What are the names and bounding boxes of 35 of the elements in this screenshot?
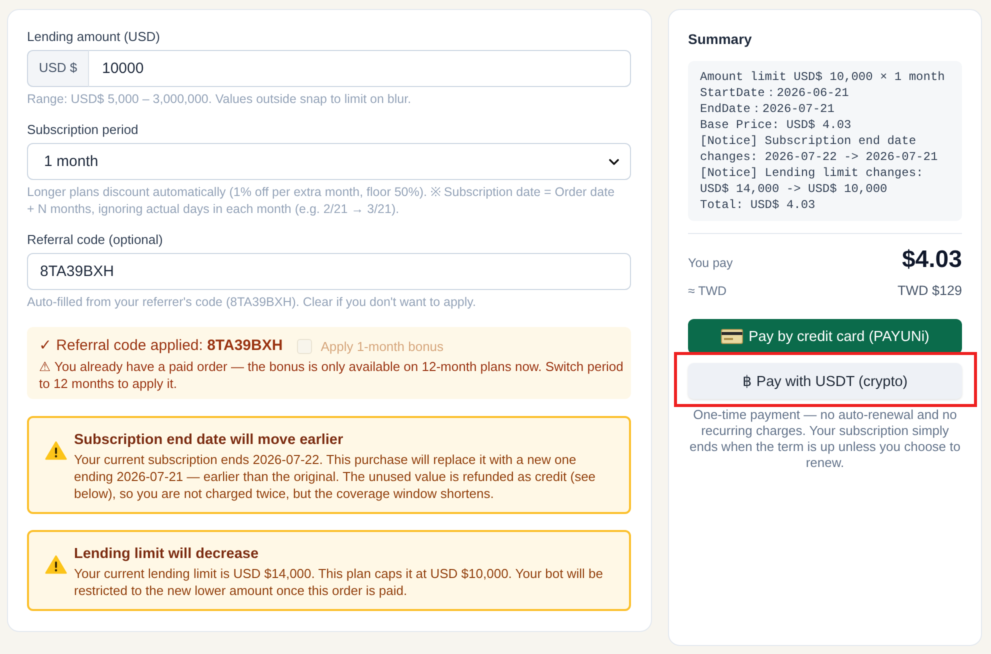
warning-icon <box>45 555 67 574</box>
field-label: Subscription period <box>27 122 140 138</box>
warning-text: Your current lending limit is USD $14,000. This plan caps it at USD $10,000. Your bot will be restricted to the new lower amount once this order is paid. <box>74 565 604 599</box>
you-pay-label: You pay <box>688 256 733 270</box>
summary-line: StartDate：2026-06-21 <box>700 85 850 101</box>
amount-input[interactable]: 10000 <box>89 50 631 87</box>
field-hint: Longer plans discount automatically (1% off per extra month, floor 50%). ※ Subscription date = Order date + N months, ignoring actual days in each month (e.g. 2/21 → 3/21). <box>27 184 616 218</box>
currency-prefix: USD $ <box>27 50 89 87</box>
pay-button[interactable]: Pay by credit card (PAYUNi) <box>688 319 962 354</box>
twd-amount: TWD $129 <box>897 283 962 298</box>
credit-card-icon <box>720 329 743 344</box>
referral-message: ⚠ You already have a paid order — the bonus is only available on 12-month plans now. Switch period to 12 months to apply it. <box>39 358 624 392</box>
field-hint: Auto-filled from your referrer's code (8TA39BXH). Clear if you don't want to apply. <box>27 294 477 311</box>
summary-title: Summary <box>688 30 753 48</box>
field-label: Referral code (optional) <box>27 232 164 248</box>
warning-text: Your current subscription ends 2026-07-22. This purchase will replace it with a new one ending 2026-07-21 — earlier than the original. The unused value is refunded as credit (see below), so you are not charged twice, but the coverage window shortens. <box>74 451 597 502</box>
warning-title: Subscription end date will move earlier <box>74 431 344 449</box>
referral-status: ✓ Referral code applied: 8TA39BXH <box>39 336 283 356</box>
summary-line: Base Price: USD$ 4.03 <box>700 117 852 133</box>
you-pay-amount: $4.03 <box>902 246 962 274</box>
pay-button[interactable]: ฿ Pay with USDT (crypto) <box>688 363 962 399</box>
twd-label: ≈ TWD <box>688 284 727 298</box>
field-label: Lending amount (USD) <box>27 29 161 45</box>
warning-title: Lending limit will decrease <box>74 545 260 563</box>
summary-line: Total: USD$ 4.03 <box>700 197 816 213</box>
chevron-icon <box>609 158 619 164</box>
summary-line: [Notice] Subscription end date changes: 2026-07-22 -> 2026-07-21 <box>700 133 939 165</box>
referral-code-input[interactable]: 8TA39BXH <box>27 253 631 290</box>
field-hint: Range: USD$ 5,000 – 3,000,000. Values outside snap to limit on blur. <box>27 91 412 108</box>
summary-line: EndDate：2026-07-21 <box>700 101 836 117</box>
warning-icon <box>45 441 67 460</box>
payment-note: One-time payment — no auto-renewal and no recurring charges. Your subscription simply ends when the term is up unless you choose to renew. <box>688 407 962 471</box>
summary-line: Amount limit USD$ 10,000 × 1 month <box>700 69 946 85</box>
period-select[interactable]: 1 month <box>27 143 631 180</box>
summary-line: [Notice] Lending limit changes: USD$ 14,000 -> USD$ 10,000 <box>700 165 924 197</box>
